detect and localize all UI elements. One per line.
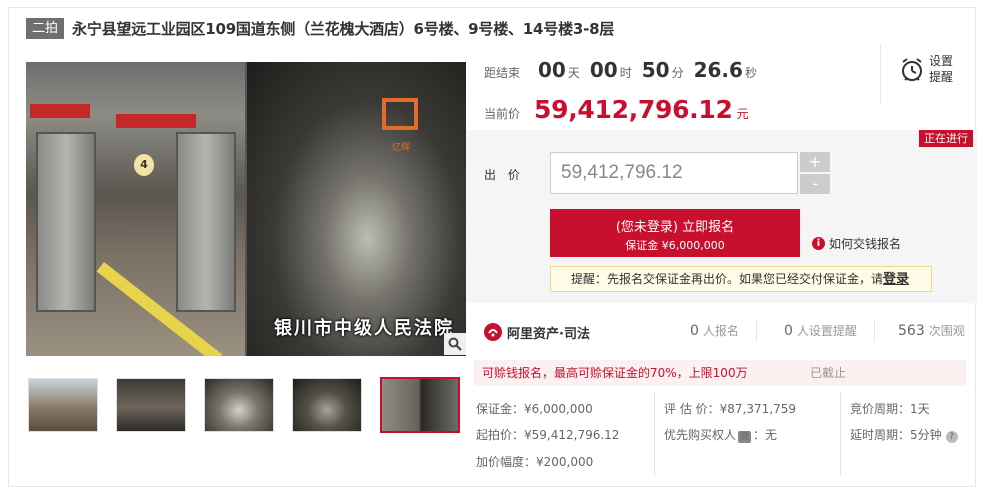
countdown-seconds-unit: 秒 bbox=[744, 66, 757, 80]
countdown-hours-unit: 时 bbox=[619, 66, 632, 80]
signup-count: 0 人报名 bbox=[690, 322, 739, 339]
elevator-door bbox=[176, 132, 236, 312]
how-to-pay-link[interactable]: i 如何交钱报名 bbox=[812, 235, 901, 252]
current-price-unit: 元 bbox=[736, 107, 749, 121]
divider bbox=[874, 320, 875, 342]
priority-buyer-info: 优先购买权人说：无 bbox=[664, 426, 777, 443]
increase-bid-button[interactable]: + bbox=[800, 152, 830, 172]
valuation-info: 评 估 价：¥87,371,759 bbox=[664, 402, 796, 416]
view-count-value: 563 bbox=[898, 323, 925, 339]
priority-buyer-value: ：无 bbox=[753, 428, 778, 442]
alarm-clock-icon bbox=[902, 58, 922, 81]
thumbnail[interactable] bbox=[204, 378, 274, 432]
photo-corridor: 亿辉 bbox=[247, 62, 466, 356]
flag-decoration bbox=[116, 114, 196, 128]
divider bbox=[654, 392, 655, 476]
floor-sign: 4 bbox=[134, 154, 154, 176]
bid-label: 出 价 bbox=[484, 168, 524, 182]
countdown-days: 00 bbox=[538, 58, 566, 82]
bid-panel: 正在进行 出 价 59,412,796.12 + - (您未登录) 立即报名 保… bbox=[466, 130, 977, 303]
court-watermark: 银川市中级人民法院 bbox=[274, 318, 454, 339]
decrease-bid-button[interactable]: - bbox=[800, 174, 830, 194]
thumbnail[interactable] bbox=[28, 378, 98, 432]
countdown-minutes: 50 bbox=[641, 58, 670, 82]
reminder-count: 0 人设置提醒 bbox=[784, 322, 857, 339]
login-link[interactable]: 登录 bbox=[883, 272, 909, 287]
priority-buyer-label: 优先购买权人 bbox=[664, 428, 737, 442]
divider bbox=[840, 392, 841, 476]
view-count: 563 次围观 bbox=[898, 322, 965, 339]
increment-info: 加价幅度：¥200,000 bbox=[476, 455, 594, 469]
set-reminder-button[interactable]: 设置提醒 bbox=[880, 45, 972, 105]
login-tip: 提醒：先报名交保证金再出价。如果您已经交付保证金，请登录 bbox=[550, 266, 932, 292]
priority-buyer-badge[interactable]: 说 bbox=[738, 431, 752, 443]
cycle-info: 竞价周期：1天 bbox=[850, 402, 930, 416]
flag-decoration bbox=[30, 104, 90, 118]
thumbnail-active[interactable] bbox=[380, 377, 460, 433]
tip-text: 提醒：先报名交保证金再出价。如果您已经交付保证金，请 bbox=[571, 272, 884, 286]
countdown-label: 距结束 bbox=[484, 66, 521, 80]
current-price-label: 当前价 bbox=[484, 107, 521, 121]
thumbnail-strip bbox=[28, 377, 460, 433]
thumbnail[interactable] bbox=[292, 378, 362, 432]
reminder-count-value: 0 bbox=[784, 323, 793, 339]
main-photo[interactable]: 4 亿辉 银川市中级人民法院 bbox=[26, 62, 466, 356]
ali-assets-logo-icon bbox=[484, 323, 502, 341]
loan-banner: 可赊钱报名，最高可赊保证金的70%，上限100万 已截止 bbox=[474, 360, 966, 386]
bid-amount-input[interactable]: 59,412,796.12 bbox=[550, 152, 798, 194]
thumbnail[interactable] bbox=[116, 378, 186, 432]
signup-count-value: 0 bbox=[690, 323, 699, 339]
elevator-door bbox=[36, 132, 96, 312]
auction-info-grid: 保证金：¥6,000,000 起拍价：¥59,412,796.12 加价幅度：¥… bbox=[474, 392, 966, 482]
view-count-label: 次围观 bbox=[928, 324, 965, 338]
status-badge: 正在进行 bbox=[919, 130, 973, 147]
platform-name: 阿里资产·司法 bbox=[507, 326, 590, 342]
reminder-count-label: 人设置提醒 bbox=[796, 324, 857, 338]
company-logo-icon bbox=[382, 98, 418, 130]
signup-button-deposit: 保证金 ¥6,000,000 bbox=[625, 239, 725, 252]
magnifier-icon bbox=[448, 337, 462, 351]
signup-button-label: (您未登录) 立即报名 bbox=[615, 220, 735, 235]
loan-text: 可赊钱报名，最高可赊保证金的70%，上限100万 bbox=[482, 366, 748, 380]
logo-text: 亿辉 bbox=[391, 143, 410, 153]
countdown-hours: 00 bbox=[589, 58, 618, 82]
divider bbox=[756, 320, 757, 342]
zoom-button[interactable] bbox=[444, 333, 466, 355]
countdown: 距结束 00 天 00 时 50 分 26.6 秒 bbox=[484, 58, 757, 88]
countdown-seconds: 26.6 bbox=[693, 58, 743, 82]
delay-info-text: 延时周期：5分钟 bbox=[850, 428, 942, 442]
page-title: 永宁县望远工业园区109国道东侧（兰花槐大酒店）6号楼、9号楼、14号楼3-8层 bbox=[72, 19, 615, 38]
signup-count-label: 人报名 bbox=[702, 324, 739, 338]
start-price-info: 起拍价：¥59,412,796.12 bbox=[476, 428, 620, 442]
reminder-label: 设置提醒 bbox=[929, 54, 954, 84]
current-price-value: 59,412,796.12 bbox=[534, 95, 733, 124]
how-to-pay-label: 如何交钱报名 bbox=[829, 237, 902, 251]
photo-elevator-lobby: 4 bbox=[26, 62, 245, 356]
info-icon: i bbox=[812, 237, 825, 250]
countdown-minutes-unit: 分 bbox=[671, 66, 684, 80]
deposit-info: 保证金：¥6,000,000 bbox=[476, 402, 593, 416]
title-row: 二拍 永宁县望远工业园区109国道东侧（兰花槐大酒店）6号楼、9号楼、14号楼3… bbox=[26, 17, 614, 39]
current-price: 当前价 59,412,796.12 元 bbox=[484, 95, 749, 124]
delay-info: 延时周期：5分钟? bbox=[850, 426, 958, 443]
signup-button[interactable]: (您未登录) 立即报名 保证金 ¥6,000,000 bbox=[550, 209, 800, 257]
round-tag: 二拍 bbox=[26, 17, 65, 39]
loan-status: 已截止 bbox=[810, 366, 847, 380]
platform-row: 阿里资产·司法 0 人报名 0 人设置提醒 563 次围观 bbox=[484, 318, 966, 346]
help-icon[interactable]: ? bbox=[945, 431, 958, 443]
countdown-days-unit: 天 bbox=[567, 66, 580, 80]
